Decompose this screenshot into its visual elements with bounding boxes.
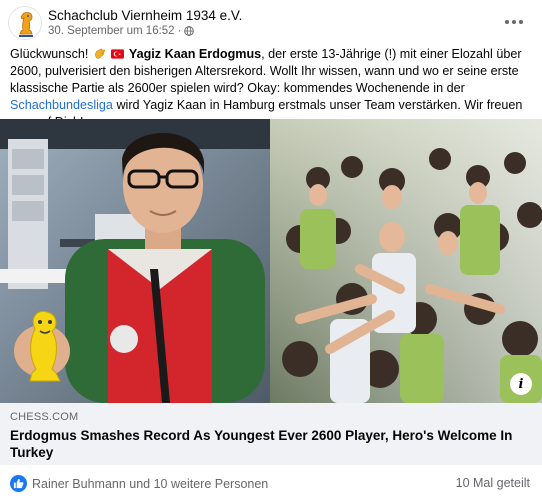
link-card[interactable]: CHESS.COM Erdogmus Smashes Record As You… (0, 403, 542, 465)
clapping-hands-emoji (95, 48, 105, 59)
page-avatar[interactable] (8, 6, 42, 40)
reactions-text: Rainer Buhmann und 10 weitere Personen (32, 476, 269, 491)
shares-count[interactable]: 10 Mal geteilt (456, 476, 530, 490)
link-preview-image[interactable]: i (0, 119, 542, 403)
page-name[interactable]: Schachclub Viernheim 1934 e.V. (48, 8, 242, 23)
info-button[interactable]: i (510, 373, 532, 395)
post-text-intro: Glückwunsch! (10, 47, 89, 61)
post-header: Schachclub Viernheim 1934 e.V. 30. Septe… (0, 0, 542, 44)
reactions-summary[interactable]: Rainer Buhmann und 10 weitere Personen (10, 475, 268, 492)
turkey-flag-emoji (111, 49, 125, 59)
mentioned-player-name[interactable]: Yagiz Kaan Erdogmus (129, 47, 261, 61)
more-options-button[interactable] (502, 12, 526, 32)
meta-separator: · (177, 25, 182, 37)
post-footer: Rainer Buhmann und 10 weitere Personen 1… (0, 468, 542, 498)
globe-icon (184, 26, 195, 36)
link-title[interactable]: Erdogmus Smashes Record As Youngest Ever… (10, 427, 530, 461)
club-logo-icon (9, 7, 41, 39)
more-options-icon (505, 20, 509, 24)
schachbundesliga-link[interactable]: Schachbundesliga (10, 98, 113, 112)
info-icon: i (518, 376, 524, 392)
post-timestamp[interactable]: 30. September um 16:52 (48, 25, 175, 37)
facebook-post: Schachclub Viernheim 1934 e.V. 30. Septe… (0, 0, 542, 498)
link-domain: CHESS.COM (10, 411, 79, 423)
post-meta: 30. September um 16:52 · (48, 25, 195, 37)
like-icon (10, 475, 27, 492)
preview-photo (0, 119, 542, 403)
